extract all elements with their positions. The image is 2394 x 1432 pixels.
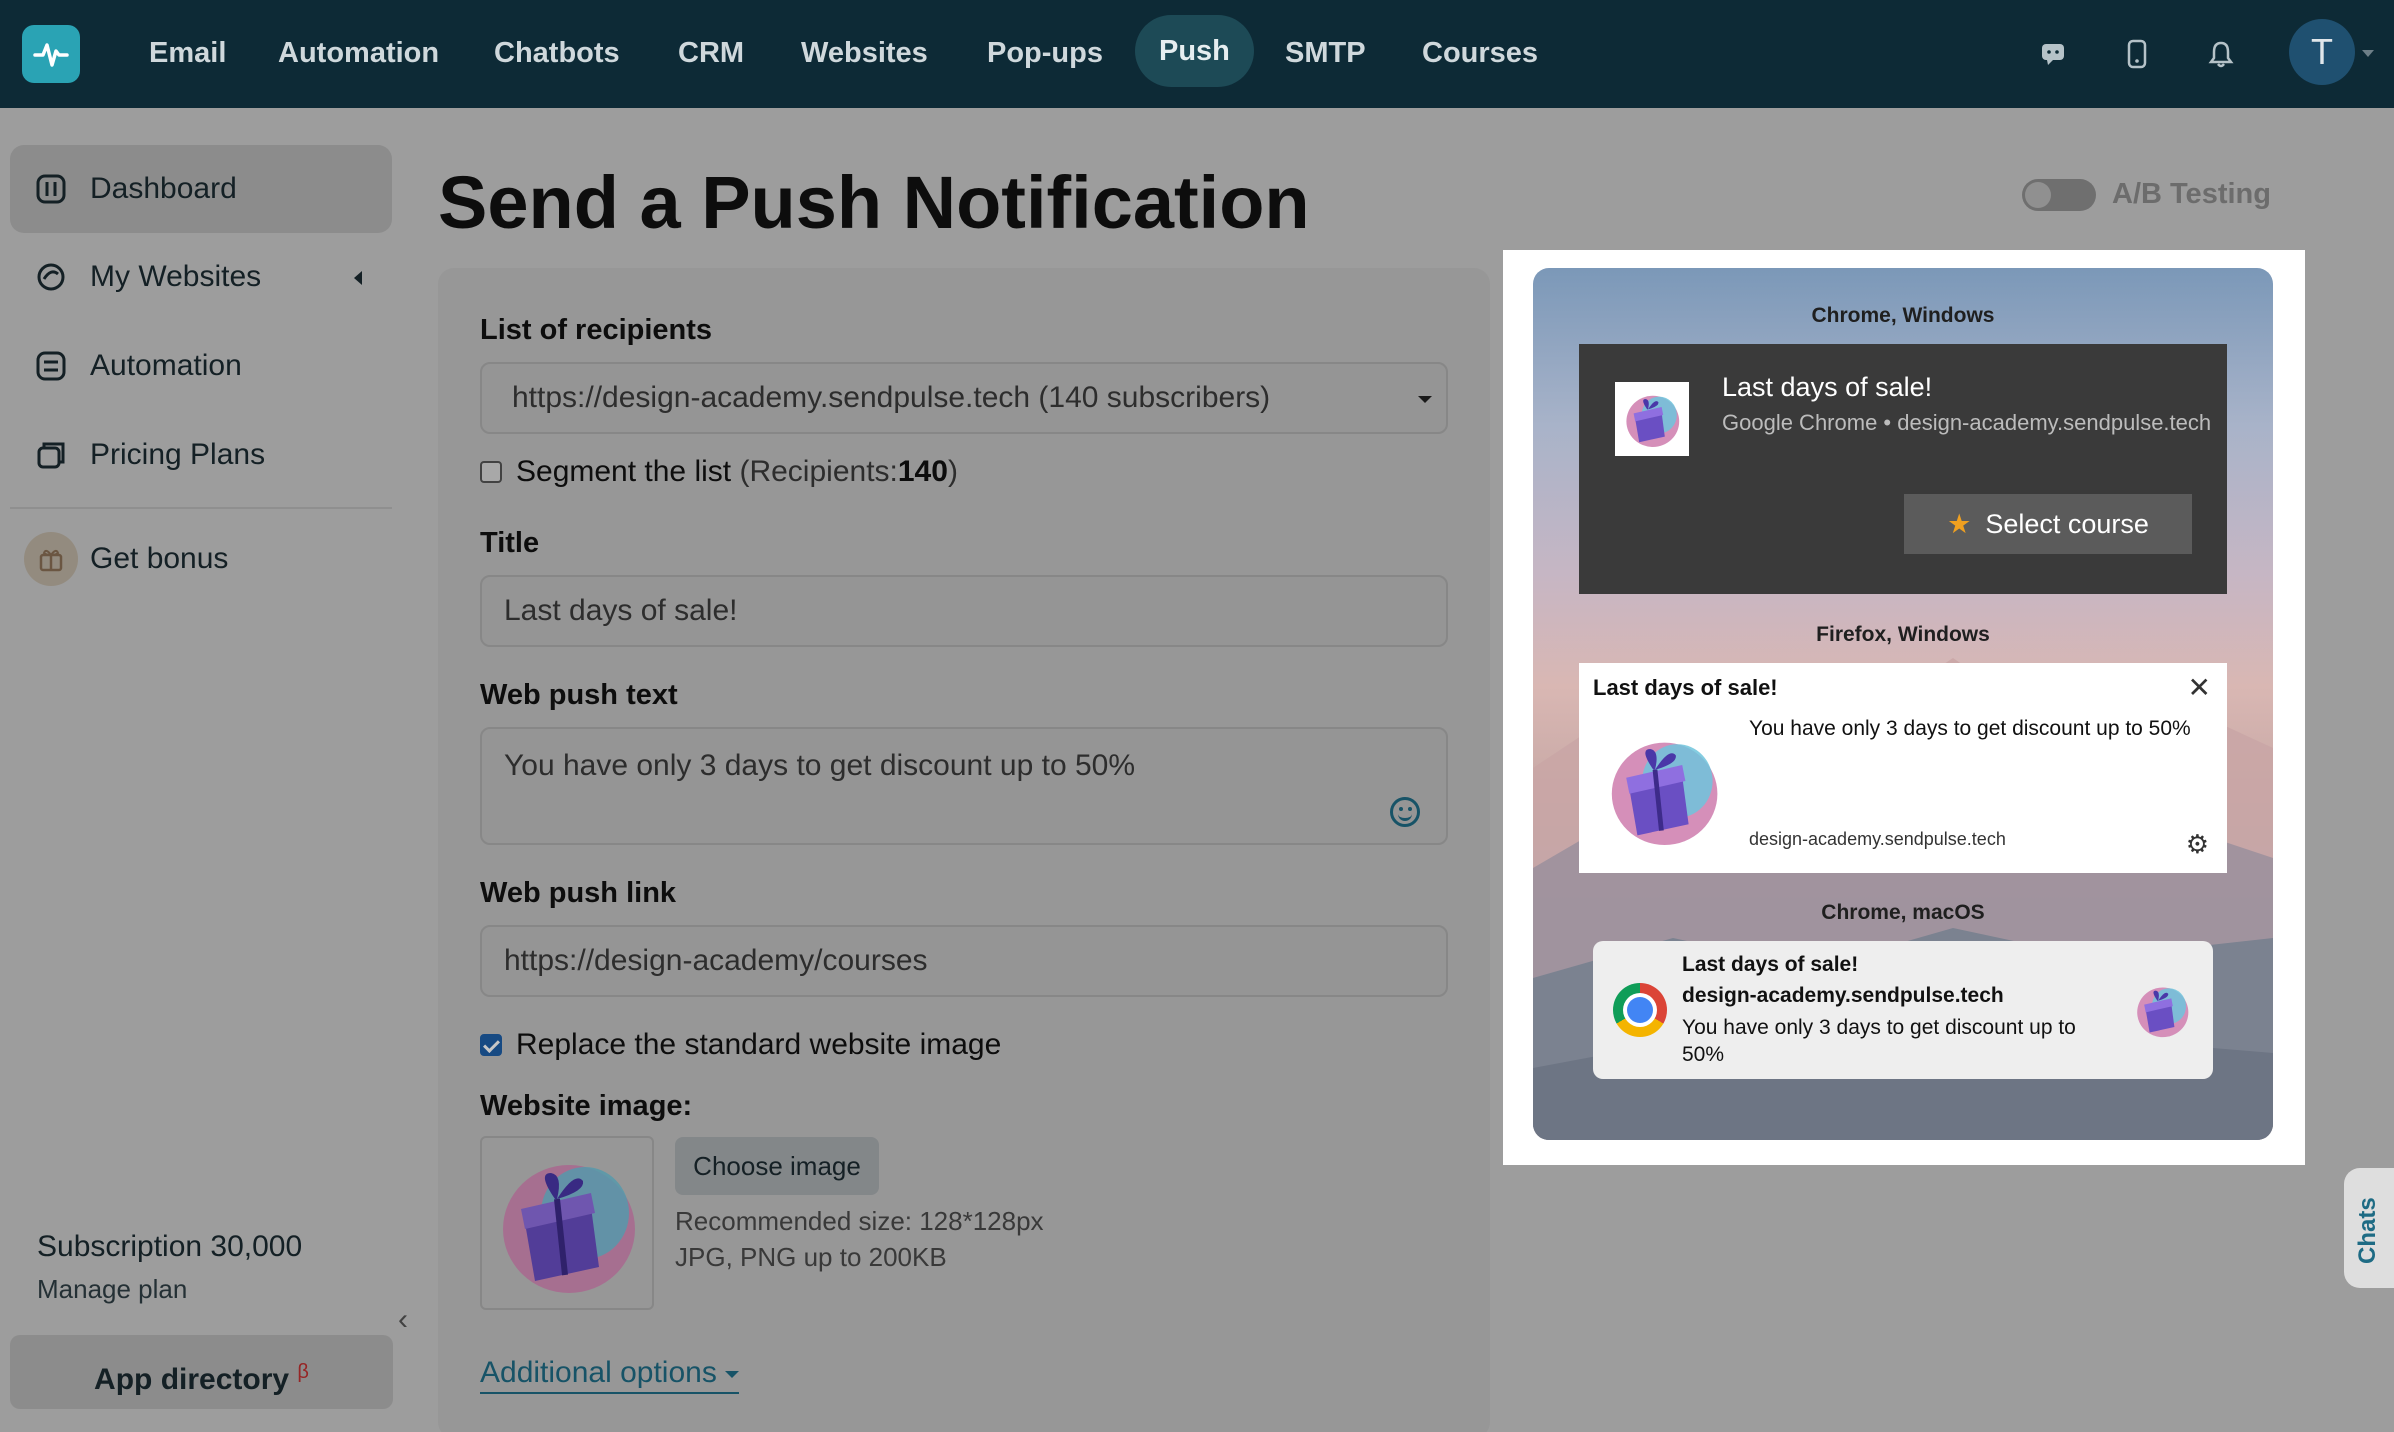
chrome-logo-icon [1613,983,1667,1037]
ab-testing-label: A/B Testing [2112,178,2271,210]
website-image-label: Website image: [480,1090,693,1122]
image-size-hint: Recommended size: 128*128px [675,1206,1044,1236]
web-push-text-input[interactable]: You have only 3 days to get discount up … [480,727,1448,845]
segment-prefix: (Recipients: [739,455,898,488]
notification-title: Last days of sale! [1593,675,1778,700]
gear-icon[interactable]: ⚙ [2186,829,2209,860]
sidebar-item-pricing-plans[interactable]: Pricing Plans [10,411,392,499]
chats-label: Chats [2354,1197,2381,1264]
recipients-label: List of recipients [480,314,713,346]
nav-automation[interactable]: Automation [278,30,439,76]
chevron-left-icon[interactable] [354,271,362,285]
emoji-icon[interactable] [1390,797,1420,827]
title-label: Title [480,527,540,559]
top-navigation: Email Automation Chatbots CRM Websites P… [0,0,2394,108]
sidebar-item-label: Pricing Plans [90,438,266,471]
manage-plan-link[interactable]: Manage plan [37,1274,187,1305]
firefox-windows-heading: Firefox, Windows [1816,623,1990,646]
chrome-macos-heading: Chrome, macOS [1821,901,1985,924]
collapse-sidebar-icon[interactable]: ‹ [398,1303,408,1337]
app-directory-label: App directory [94,1363,290,1396]
notification-body: You have only 3 days to get discount up … [1749,717,2191,740]
segment-suffix: ) [947,455,958,488]
recipients-value: https://design-academy.sendpulse.tech (1… [512,381,1271,414]
nav-push[interactable]: Push [1135,15,1254,87]
user-avatar[interactable]: T [2289,19,2355,85]
select-course-label: Select course [1985,509,2149,539]
web-push-text-label: Web push text [480,679,678,711]
chrome-windows-notification: Last days of sale! Google Chrome • desig… [1579,344,2227,594]
nav-popups[interactable]: Pop-ups [987,30,1103,76]
dashboard-icon [34,172,68,206]
nav-courses[interactable]: Courses [1422,30,1538,76]
nav-crm[interactable]: CRM [678,30,744,76]
gift-image-icon [2131,979,2193,1041]
pricing-icon [34,438,68,472]
segment-checkbox[interactable] [480,461,502,483]
page-title: Send a Push Notification [438,161,1310,244]
notification-title: Last days of sale! [1682,953,1859,976]
mobile-app-icon[interactable] [2117,34,2157,74]
notification-subtitle: Google Chrome • design-academy.sendpulse… [1722,410,2212,435]
sidebar-item-label: Get bonus [90,542,229,575]
additional-options-label: Additional options [480,1356,717,1389]
replace-image-label: Replace the standard website image [516,1028,1002,1061]
nav-chatbots[interactable]: Chatbots [494,30,620,76]
ab-testing-toggle[interactable] [2022,178,2096,211]
chrome-windows-heading: Chrome, Windows [1811,304,1995,327]
notification-domain: design-academy.sendpulse.tech [1682,984,2004,1007]
bell-icon[interactable] [2201,34,2241,74]
sidebar-item-label: My Websites [90,260,262,293]
gift-image-icon [503,1165,635,1293]
beta-badge: β [297,1361,309,1383]
sidebar-item-dashboard[interactable]: Dashboard [10,145,392,233]
sidebar-item-label: Automation [90,349,242,382]
notification-domain: design-academy.sendpulse.tech [1749,829,2006,849]
sidebar-divider [10,507,392,509]
firefox-windows-notification: Last days of sale! ✕ You have only 3 day… [1579,663,2227,873]
chevron-down-icon[interactable] [2362,50,2374,57]
segment-label: Segment the list [516,455,732,488]
nav-websites[interactable]: Websites [801,30,928,76]
notification-title: Last days of sale! [1722,372,1933,402]
website-image-preview [480,1136,654,1310]
star-icon: ★ [1947,509,1972,539]
replace-image-checkbox[interactable] [480,1034,502,1056]
segment-checkbox-row[interactable]: Segment the list (Recipients: 140) [480,455,958,489]
gift-icon [24,532,78,586]
subscription-label: Subscription 30,000 [37,1230,303,1263]
chat-icon[interactable] [2033,34,2073,74]
web-push-link-input[interactable]: https://design-academy/courses [480,925,1448,997]
nav-email[interactable]: Email [149,30,226,76]
chevron-down-icon [724,1370,739,1378]
chevron-down-icon [1418,396,1432,403]
app-directory-button[interactable]: App directory β [10,1335,393,1409]
sendpulse-logo-icon[interactable] [22,25,80,83]
chrome-macos-notification: Last days of sale! design-academy.sendpu… [1593,941,2213,1079]
sidebar-item-label: Dashboard [90,172,237,205]
web-push-text-value: You have only 3 days to get discount up … [504,749,1136,782]
chats-tab[interactable]: Chats [2344,1168,2394,1288]
image-format-hint: JPG, PNG up to 200KB [675,1242,947,1272]
sidebar-item-my-websites[interactable]: My Websites [10,233,392,321]
websites-icon [34,260,68,294]
close-icon[interactable]: ✕ [2188,671,2211,704]
ab-testing-toggle-group[interactable]: A/B Testing [2022,178,2271,211]
sidebar-item-automation[interactable]: Automation [10,322,392,410]
notification-body: You have only 3 days to get discount up … [1682,1016,2076,1066]
gift-image-icon [1615,382,1689,456]
sidebar-item-get-bonus[interactable]: Get bonus [10,515,392,603]
web-push-link-label: Web push link [480,877,677,909]
segment-count: 140 [897,455,948,488]
title-input[interactable]: Last days of sale! [480,575,1448,647]
additional-options-link[interactable]: Additional options [480,1356,739,1394]
recipients-select[interactable]: https://design-academy.sendpulse.tech (1… [480,362,1448,434]
nav-smtp[interactable]: SMTP [1285,30,1366,76]
automation-icon [34,349,68,383]
replace-image-row[interactable]: Replace the standard website image [480,1028,1001,1062]
select-course-button[interactable]: ★ Select course [1904,494,2192,554]
gift-image-icon [1597,723,1729,855]
choose-image-button[interactable]: Choose image [675,1137,879,1195]
